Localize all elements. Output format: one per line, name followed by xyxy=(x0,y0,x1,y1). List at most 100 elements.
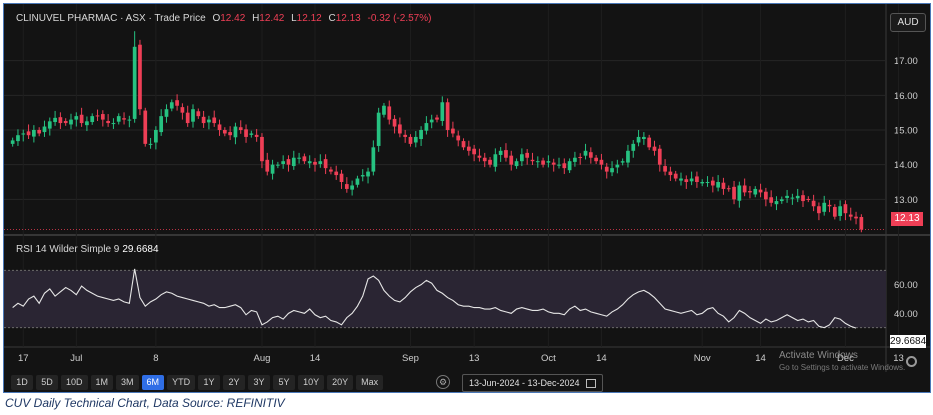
candle-body xyxy=(387,106,392,120)
candle-body xyxy=(116,116,121,122)
figure-caption: CUV Daily Technical Chart, Data Source: … xyxy=(5,396,285,410)
open-value: 12.42 xyxy=(220,13,246,24)
range-button-1m[interactable]: 1M xyxy=(90,375,114,390)
time-tick-label: 14 xyxy=(755,353,766,364)
candle-body xyxy=(360,175,365,177)
date-range-text: 13-Jun-2024 - 13-Dec-2024 xyxy=(469,378,580,388)
candle-body xyxy=(398,124,402,134)
candle-body xyxy=(466,146,471,151)
candle-body xyxy=(472,148,476,155)
candle-body xyxy=(753,188,758,195)
date-range-picker[interactable]: 13-Jun-2024 - 13-Dec-2024 xyxy=(462,374,603,392)
candle-body xyxy=(42,126,47,133)
candle-body xyxy=(154,130,158,143)
candle-body xyxy=(482,157,487,162)
candle-body xyxy=(535,161,540,163)
candle-body xyxy=(663,166,667,172)
time-tick-label: 8 xyxy=(153,353,158,364)
candle-body xyxy=(626,150,630,163)
candle-body xyxy=(822,202,827,212)
rsi-value: 29.6684 xyxy=(122,244,159,255)
candle-body xyxy=(212,117,217,124)
settings-icon[interactable] xyxy=(906,356,917,367)
range-button-5d[interactable]: 5D xyxy=(36,375,58,390)
range-toolbar: 1D 5D 10D 1M 3M 6M YTD 1Y 2Y 3Y 5Y 10Y 20Y Max xyxy=(11,375,384,391)
range-button-5y[interactable]: 5Y xyxy=(273,375,296,390)
range-button-3y[interactable]: 3Y xyxy=(248,375,271,390)
range-button-10d[interactable]: 10D xyxy=(61,375,88,390)
candle-body xyxy=(477,155,482,158)
candle-body xyxy=(228,132,232,136)
price-tick-label: 16.00 xyxy=(894,91,918,102)
candle-body xyxy=(37,130,42,134)
time-tick-label: 13 xyxy=(469,353,480,364)
candle-body xyxy=(530,159,535,162)
candle-body xyxy=(716,182,720,188)
candle-body xyxy=(329,169,333,172)
candle-body xyxy=(779,199,784,202)
candle-body xyxy=(159,116,164,133)
candle-body xyxy=(185,112,190,124)
candle-body xyxy=(413,136,418,143)
rsi-tick-label: 60.00 xyxy=(894,280,918,291)
candle-body xyxy=(244,129,248,137)
candle-body xyxy=(795,195,800,199)
candle-body xyxy=(127,119,132,121)
candle-body xyxy=(520,154,524,162)
candle-body xyxy=(504,150,508,158)
candle-body xyxy=(445,102,450,130)
candle-body xyxy=(148,143,153,145)
candle-body xyxy=(297,157,301,159)
range-button-6m[interactable]: 6M xyxy=(141,375,165,390)
candle-body xyxy=(175,100,179,106)
candle-body xyxy=(435,117,439,120)
candle-body xyxy=(567,161,572,171)
candle-body xyxy=(440,102,445,121)
currency-selector[interactable]: AUD xyxy=(890,13,926,32)
candle-body xyxy=(551,162,556,165)
range-button-3m[interactable]: 3M xyxy=(116,375,139,390)
candle-body xyxy=(95,115,100,117)
candle-body xyxy=(461,141,466,148)
candle-body xyxy=(85,121,89,126)
candle-body xyxy=(366,171,370,177)
candle-body xyxy=(344,184,349,189)
candle-body xyxy=(254,134,259,137)
candle-body xyxy=(525,152,530,158)
range-button-1y[interactable]: 1Y xyxy=(198,375,221,390)
candle-body xyxy=(832,206,837,217)
candle-body xyxy=(695,176,699,182)
symbol-label: CLINUVEL PHARMAC · ASX · Trade Price xyxy=(16,13,206,24)
rsi-name: RSI 14 Wilder Simple 9 xyxy=(16,244,120,255)
candle-body xyxy=(541,160,545,165)
candle-body xyxy=(191,109,195,122)
candle-body xyxy=(843,204,848,214)
rsi-value-tag: 29.6684 xyxy=(890,335,927,348)
toolbar-gear-icon[interactable]: ⚙ xyxy=(436,375,450,389)
candle-body xyxy=(307,161,312,164)
candle-body xyxy=(217,124,222,130)
candle-body xyxy=(838,206,842,216)
range-button-max[interactable]: Max xyxy=(356,375,384,390)
candle-body xyxy=(705,182,710,183)
rsi-tick-label: 40.00 xyxy=(894,309,918,320)
candle-body xyxy=(169,102,174,109)
candle-body xyxy=(817,206,821,214)
candle-body xyxy=(403,134,408,137)
range-button-10y[interactable]: 10Y xyxy=(298,375,325,390)
candle-body xyxy=(848,214,853,217)
candle-body xyxy=(451,128,455,134)
candle-body xyxy=(801,195,805,202)
candle-body xyxy=(233,126,238,138)
range-button-20y[interactable]: 20Y xyxy=(327,375,354,390)
range-button-2y[interactable]: 2Y xyxy=(223,375,246,390)
candle-body xyxy=(334,171,339,176)
range-button-1d[interactable]: 1D xyxy=(11,375,33,390)
watermark-title: Activate Windows xyxy=(779,350,858,361)
candle-body xyxy=(371,147,376,172)
candle-body xyxy=(790,197,795,199)
candle-body xyxy=(684,179,689,182)
candle-body xyxy=(10,140,15,144)
range-button-ytd[interactable]: YTD xyxy=(167,375,196,390)
candle-body xyxy=(737,185,742,201)
